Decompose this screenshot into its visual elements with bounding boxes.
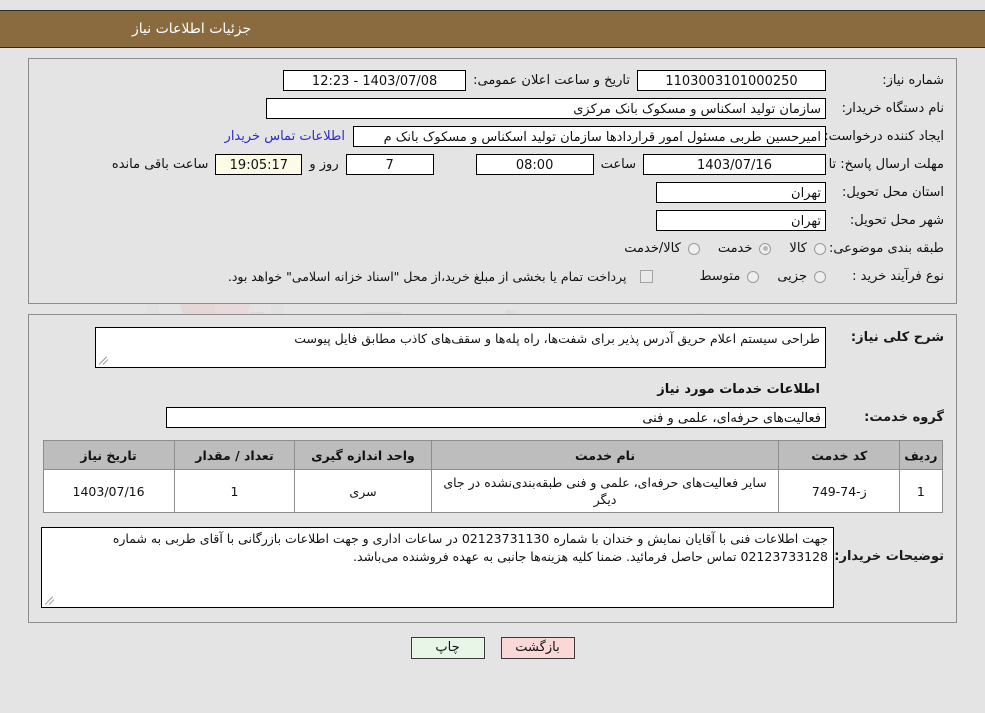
row-response-deadline: مهلت ارسال پاسخ: تا تاریخ: 1403/07/16 سا… <box>41 153 944 176</box>
delivery-province-field: تهران <box>656 182 826 203</box>
process-option-jozi[interactable]: جزیی <box>777 269 826 284</box>
footer-actions: بازگشت چاپ <box>0 637 985 659</box>
th-date: تاریخ نیاز <box>42 440 175 470</box>
row-purchase-process: نوع فرآیند خرید : جزیی متوسط پرداخت تمام… <box>41 265 944 288</box>
remaining-days-label: روز و <box>309 157 339 172</box>
th-unit: واحد اندازه گیری <box>294 440 432 470</box>
need-description-text: طراحی سیستم اعلام حریق آدرس پذیر برای شف… <box>294 331 820 346</box>
buyer-notes-textarea[interactable]: جهت اطلاعات فنی با آقایان نمایش و خندان … <box>41 527 834 608</box>
buyer-org-label: نام دستگاه خریدار: <box>841 101 944 116</box>
process-option-label: متوسط <box>699 269 741 284</box>
deadline-time-label: ساعت <box>600 157 636 172</box>
deadline-date-field: 1403/07/16 <box>643 154 826 175</box>
radio-icon[interactable] <box>747 270 760 283</box>
row-request-creator: ایجاد کننده درخواست: امیرحسین طربی مسئول… <box>41 125 944 148</box>
request-creator-label: ایجاد کننده درخواست: <box>824 129 944 144</box>
buyer-org-field: سازمان تولید اسکناس و مسکوک بانک مرکزی <box>266 98 826 119</box>
resize-grip-icon[interactable] <box>98 355 109 365</box>
cell-qty: 1 <box>173 469 296 513</box>
radio-icon[interactable] <box>814 270 826 283</box>
process-option-label: جزیی <box>777 269 807 284</box>
services-section-title: اطلاعات خدمات مورد نیاز <box>657 382 820 397</box>
resize-grip-icon[interactable] <box>44 595 55 605</box>
subject-category-label: طبقه بندی موضوعی: <box>828 241 944 256</box>
service-group-label: گروه خدمت: <box>864 410 944 425</box>
th-code: کد خدمت <box>778 440 901 470</box>
category-option-label: کالا/خدمت <box>624 241 681 256</box>
remaining-countdown-field: 19:05:17 <box>215 154 303 175</box>
treasury-bond-checkbox-row[interactable]: پرداخت تمام یا بخشی از مبلغ خرید،از محل … <box>221 269 654 284</box>
th-qty: تعداد / مقدار <box>173 440 296 470</box>
radio-selected-icon[interactable] <box>759 242 772 255</box>
row-need-number: شماره نیاز: 1103003101000250 تاریخ و ساع… <box>41 69 944 92</box>
page-title: جزئیات اطلاعات نیاز <box>132 21 252 37</box>
need-number-label: شماره نیاز: <box>882 73 944 88</box>
table-header-row: ردیف کد خدمت نام خدمت واحد اندازه گیری ت… <box>42 440 943 470</box>
th-name: نام خدمت <box>430 440 780 470</box>
cell-unit: سری <box>294 469 432 513</box>
process-option-motevaset[interactable]: متوسط <box>699 269 760 284</box>
service-group-field: فعالیت‌های حرفه‌ای، علمی و فنی <box>166 407 826 428</box>
cell-date: 1403/07/16 <box>42 469 175 513</box>
checkbox-icon[interactable] <box>640 270 654 283</box>
back-button[interactable]: بازگشت <box>500 637 575 659</box>
row-need-description: شرح کلی نیاز: طراحی سیستم اعلام حریق آدر… <box>41 327 944 368</box>
delivery-city-label: شهر محل تحویل: <box>849 213 944 228</box>
announce-datetime-label: تاریخ و ساعت اعلان عمومی: <box>473 73 630 88</box>
cell-name: سایر فعالیت‌های حرفه‌ای، علمی و فنی طبقه… <box>430 469 780 513</box>
cell-code: ز-74-749 <box>778 469 901 513</box>
need-detail-panel: شرح کلی نیاز: طراحی سیستم اعلام حریق آدر… <box>28 314 957 623</box>
page-title-bar: جزئیات اطلاعات نیاز <box>0 10 985 48</box>
delivery-province-label: استان محل تحویل: <box>842 185 944 200</box>
page-root: جزئیات اطلاعات نیاز شماره نیاز: 11030031… <box>0 10 985 659</box>
deadline-time-field: 08:00 <box>475 154 594 175</box>
category-option-khedmat[interactable]: خدمت <box>718 241 772 256</box>
cell-radif: 1 <box>899 469 943 513</box>
row-buyer-org: نام دستگاه خریدار: سازمان تولید اسکناس و… <box>41 97 944 120</box>
buyer-contact-link[interactable]: اطلاعات تماس خریدار <box>217 129 353 144</box>
category-option-kala-khedmat[interactable]: کالا/خدمت <box>624 241 700 256</box>
purchase-process-radio-group: جزیی متوسط <box>681 269 826 284</box>
need-description-textarea[interactable]: طراحی سیستم اعلام حریق آدرس پذیر برای شف… <box>95 327 826 368</box>
row-service-group: گروه خدمت: فعالیت‌های حرفه‌ای، علمی و فن… <box>41 407 944 428</box>
announce-datetime-field: 1403/07/08 - 12:23 <box>283 70 467 91</box>
row-delivery-city: شهر محل تحویل: تهران <box>41 209 944 232</box>
need-description-label: شرح کلی نیاز: <box>850 330 944 345</box>
response-deadline-label: مهلت ارسال پاسخ: تا تاریخ: <box>794 157 944 172</box>
row-buyer-notes: توضیحات خریدار: جهت اطلاعات فنی با آقایا… <box>41 527 944 608</box>
category-option-label: کالا <box>789 241 807 256</box>
category-option-kala[interactable]: کالا <box>789 241 826 256</box>
buyer-notes-text: جهت اطلاعات فنی با آقایان نمایش و خندان … <box>112 531 828 564</box>
need-summary-panel: شماره نیاز: 1103003101000250 تاریخ و ساع… <box>28 58 957 304</box>
table-row: 1 ز-74-749 سایر فعالیت‌های حرفه‌ای، علمی… <box>42 469 943 513</box>
subject-category-radio-group: کالا خدمت کالا/خدمت <box>606 241 826 256</box>
remaining-hours-label: ساعت باقی مانده <box>111 157 209 172</box>
delivery-city-field: تهران <box>656 210 826 231</box>
services-table: ردیف کد خدمت نام خدمت واحد اندازه گیری ت… <box>42 440 943 513</box>
th-radif: ردیف <box>899 440 943 470</box>
row-subject-category: طبقه بندی موضوعی: کالا خدمت کالا/خدمت <box>41 237 944 260</box>
need-number-field: 1103003101000250 <box>637 70 826 91</box>
category-option-label: خدمت <box>717 241 753 256</box>
print-button[interactable]: چاپ <box>410 637 485 659</box>
request-creator-field: امیرحسین طربی مسئول امور قراردادها سازما… <box>353 126 826 147</box>
remaining-days-field: 7 <box>345 154 434 175</box>
treasury-bond-note: پرداخت تمام یا بخشی از مبلغ خرید،از محل … <box>227 269 627 284</box>
row-delivery-province: استان محل تحویل: تهران <box>41 181 944 204</box>
purchase-process-label: نوع فرآیند خرید : <box>852 269 944 284</box>
radio-icon[interactable] <box>814 242 826 255</box>
buyer-notes-label: توضیحات خریدار: <box>834 549 944 564</box>
radio-icon[interactable] <box>687 242 700 255</box>
